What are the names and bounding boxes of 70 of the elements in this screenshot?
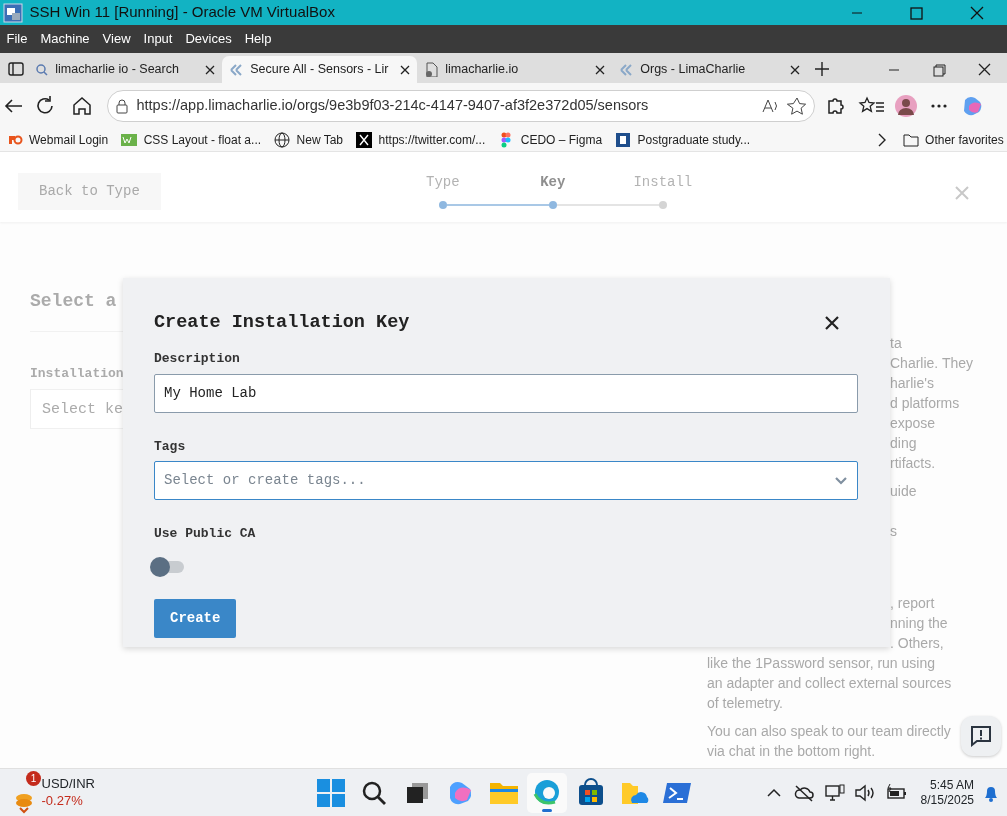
text-line: d platforms (890, 394, 960, 413)
text-line: ding (890, 434, 917, 453)
menu-item[interactable]: File (3, 29, 31, 49)
text-line: expose (890, 414, 936, 433)
bookmark[interactable]: CEDO – Figma (498, 130, 603, 149)
chevrons-icon (228, 62, 244, 77)
folder-icon (902, 131, 919, 148)
text-line: rtifacts. (890, 454, 936, 473)
browser-tab[interactable]: Secure All - Sensors - Lir (222, 56, 418, 83)
field-label: Tags (154, 437, 187, 456)
widget-title[interactable]: USD/INR (41, 776, 95, 793)
dialog-title: Create Installation Key (154, 312, 410, 335)
logo-icon (615, 131, 632, 148)
text-line: like the 1Password sensor, run using (707, 654, 935, 673)
browser-tab[interactable]: Orgs - LimaCharlie (612, 56, 808, 83)
text-line: uide (890, 482, 917, 501)
create-button[interactable]: Create (154, 599, 237, 639)
browser-tab[interactable]: limacharlie.io (417, 56, 613, 83)
feedback-button[interactable] (961, 716, 1001, 756)
menu-item[interactable]: Machine (37, 29, 93, 49)
chevrons-icon (618, 62, 634, 77)
text-line: ta (890, 334, 902, 353)
notification-badge: 1 (26, 770, 41, 786)
close-icon[interactable] (788, 63, 801, 76)
text-line: s (890, 522, 897, 541)
close-icon[interactable] (825, 316, 839, 331)
text-line: via chat in the bottom right. (707, 742, 876, 761)
bookmark[interactable]: https://twitter.com/... (356, 130, 486, 149)
text-line: You can also speak to our team directly (707, 722, 951, 741)
close-icon[interactable] (398, 63, 411, 76)
bookmark[interactable]: CSS Layout - float a... (121, 130, 262, 149)
menu-item[interactable]: View (99, 29, 134, 49)
text-line: , report (890, 594, 935, 613)
window-title: SSH Win 11 [Running] - Oracle VM VirtualBox (29, 2, 336, 23)
coins-icon[interactable] (13, 791, 35, 814)
x-logo-icon (356, 131, 373, 148)
search-icon (33, 62, 49, 77)
text-line: Charlie. They (890, 354, 973, 373)
text-line: harlie's (890, 374, 934, 393)
chevron-down-icon (834, 475, 848, 486)
menu-item[interactable]: Devices (182, 29, 235, 49)
widget-change: -0.27% (41, 792, 84, 809)
browser-tab[interactable]: limacharlie io - Search (27, 56, 223, 83)
text-line: an adapter and collect external sources (707, 674, 952, 693)
bookmark[interactable]: Webmail Login (6, 130, 109, 149)
menu-item[interactable]: Help (241, 29, 275, 49)
section-heading: Select a (30, 290, 118, 313)
field-label: Installation (30, 365, 123, 383)
clock[interactable]: 5:45 AM 8/15/2025 (920, 777, 974, 808)
close-icon[interactable] (593, 63, 606, 76)
bookmark[interactable]: New Tab (274, 130, 344, 149)
tags-dropdown[interactable]: Select or create tags... (154, 461, 858, 501)
lock-icon (114, 97, 130, 114)
text-line: . Others, (890, 634, 944, 653)
virtualbox-logo-icon (3, 2, 23, 23)
logo-icon (121, 131, 138, 148)
bookmark-folder[interactable]: Other favorites (902, 130, 1004, 149)
star-icon[interactable] (787, 96, 807, 115)
field-label: Description (154, 350, 241, 369)
close-icon[interactable] (203, 63, 216, 76)
bookmark[interactable]: Postgraduate study... (615, 130, 751, 149)
text-field[interactable]: My Home Lab (154, 373, 858, 413)
page-icon (423, 62, 439, 77)
text-line: of telemetry. (707, 694, 783, 713)
menu-item[interactable]: Input (140, 29, 176, 49)
feedback-icon (970, 725, 992, 747)
address-bar[interactable]: https://app.limacharlie.io/orgs/9e3b9f03-214c-4147-9407-af3f2e372d05/sensors (106, 89, 815, 122)
field-label: Use Public CA (154, 525, 257, 544)
globe-icon (274, 131, 291, 148)
text-line: nning the (890, 614, 948, 633)
